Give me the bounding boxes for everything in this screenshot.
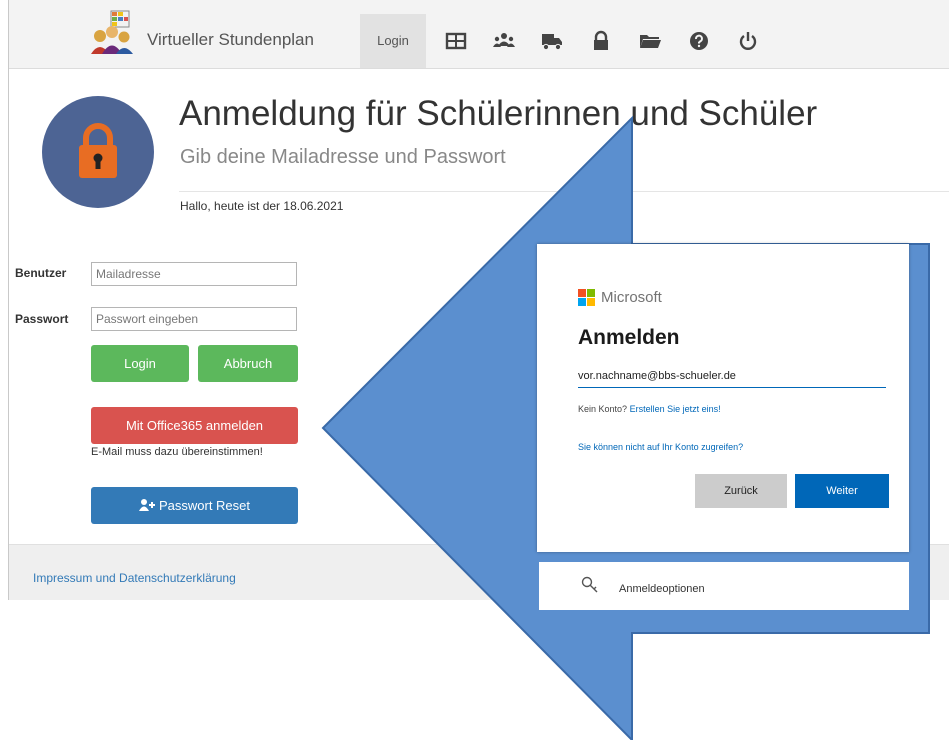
create-account-link[interactable]: Erstellen Sie jetzt eins! bbox=[630, 404, 721, 414]
no-account-text: Kein Konto? bbox=[578, 404, 628, 414]
microsoft-brand: Microsoft bbox=[601, 289, 662, 306]
microsoft-signin-dialog: Microsoft Anmelden Kein Konto? Erstellen… bbox=[537, 244, 909, 552]
signin-options-bar[interactable]: Anmeldeoptionen bbox=[539, 562, 909, 610]
signin-options-label: Anmeldeoptionen bbox=[619, 583, 705, 595]
ms-dialog-title: Anmelden bbox=[578, 326, 680, 349]
no-account-line: Kein Konto? Erstellen Sie jetzt eins! bbox=[578, 404, 721, 414]
no-access-link[interactable]: Sie können nicht auf Ihr Konto zugreifen… bbox=[578, 442, 743, 452]
ms-next-button[interactable]: Weiter bbox=[795, 474, 889, 508]
key-icon bbox=[581, 576, 598, 593]
ms-back-button[interactable]: Zurück bbox=[695, 474, 787, 508]
microsoft-logo-icon bbox=[578, 289, 596, 307]
ms-email-input[interactable] bbox=[578, 364, 886, 388]
